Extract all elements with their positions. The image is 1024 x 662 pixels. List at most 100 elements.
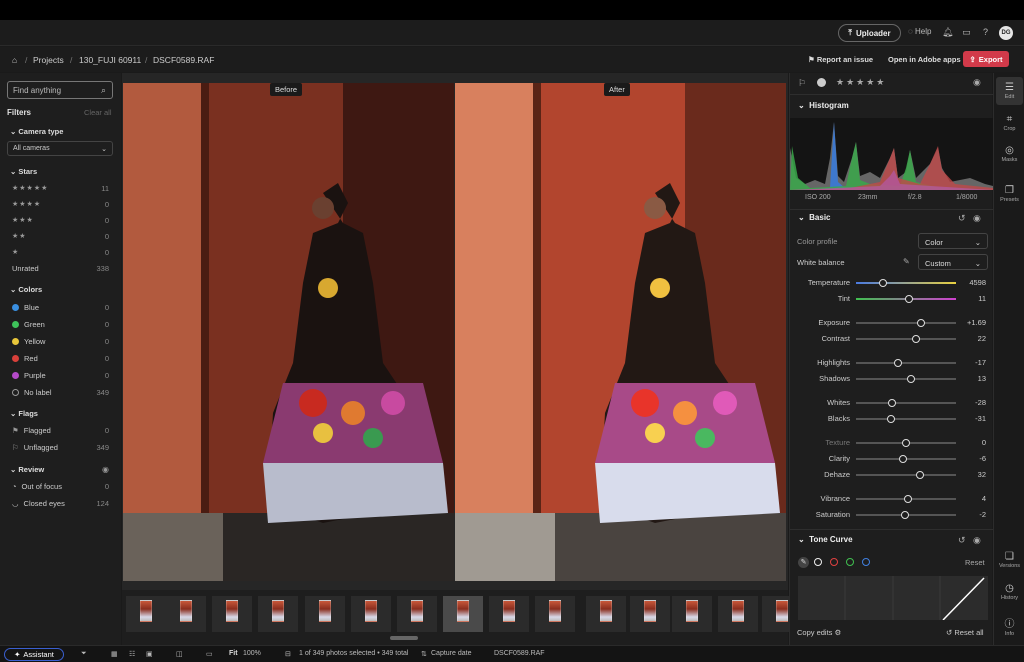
tab-crop[interactable]: ⌗ Crop: [994, 114, 1024, 132]
slider-handle[interactable]: [904, 494, 912, 503]
help-button[interactable]: ◌ Help: [908, 27, 931, 36]
parametric-curve-icon[interactable]: ✎: [798, 557, 809, 568]
report-issue-button[interactable]: ⚑ Report an issue: [808, 55, 873, 64]
star-filter-row[interactable]: ★★★★ 0: [12, 200, 109, 209]
camera-type-section[interactable]: ⌄ Camera type: [10, 127, 63, 136]
open-adobe-button[interactable]: Open in Adobe apps: [888, 55, 961, 64]
filmstrip-thumbnail[interactable]: [397, 596, 437, 632]
filmstrip-thumbnail[interactable]: [489, 596, 529, 632]
slider-track[interactable]: [856, 294, 956, 303]
tab-versions[interactable]: ❏ Versions: [994, 551, 1024, 569]
after-photo[interactable]: [455, 83, 786, 581]
zoom-level[interactable]: 100%: [243, 650, 261, 657]
color-filter-row[interactable]: Purple 0: [12, 371, 109, 380]
reset-icon[interactable]: ↺: [958, 535, 966, 546]
slider-track[interactable]: [856, 470, 956, 479]
screen-icon[interactable]: ▭: [206, 650, 213, 658]
slider-handle[interactable]: [916, 470, 924, 479]
color-filter-row[interactable]: No label 349: [12, 388, 109, 397]
slider-handle[interactable]: [907, 374, 915, 383]
filmstrip-scrollbar[interactable]: [390, 636, 418, 640]
color-filter-row[interactable]: Red 0: [12, 354, 109, 363]
tab-edit[interactable]: ☰ Edit: [994, 82, 1024, 100]
star-filter-row[interactable]: Unrated 338: [12, 264, 109, 273]
star-filter-row[interactable]: ★★★★★ 11: [12, 184, 109, 193]
compare-view-icon[interactable]: ▣: [146, 650, 153, 658]
grid-view-icon[interactable]: ▦: [111, 650, 118, 658]
tab-info[interactable]: ⓘ Info: [994, 615, 1024, 637]
question-icon[interactable]: ?: [980, 27, 991, 38]
reset-icon[interactable]: ↺: [958, 213, 966, 224]
slider-value[interactable]: -6: [956, 454, 986, 463]
slider-value[interactable]: 4: [956, 494, 986, 503]
slider-handle[interactable]: [894, 358, 902, 367]
search-input[interactable]: Find anything: [7, 81, 113, 99]
filmstrip-thumbnail[interactable]: [166, 596, 206, 632]
clear-all-button[interactable]: Clear all: [84, 108, 112, 117]
review-section[interactable]: ⌄ Review: [10, 465, 44, 474]
sort-dropdown[interactable]: Capture date: [431, 650, 471, 657]
review-filter-row[interactable]: ◡ Closed eyes 124: [12, 499, 109, 508]
filmstrip-thumbnail[interactable]: [305, 596, 345, 632]
slider-track[interactable]: [856, 374, 956, 383]
color-filter-row[interactable]: Blue 0: [12, 303, 109, 312]
reset-all-button[interactable]: ↺ Reset all: [946, 628, 984, 637]
camera-dropdown[interactable]: All cameras ⌄: [7, 141, 113, 156]
slider-track[interactable]: [856, 438, 956, 447]
colors-section[interactable]: ⌄ Colors: [10, 285, 42, 294]
slider-value[interactable]: 4598: [956, 278, 986, 287]
avatar[interactable]: DG: [999, 26, 1013, 40]
curve-red-channel[interactable]: [830, 558, 838, 566]
tone-curve-graph[interactable]: [798, 576, 988, 620]
bell-icon[interactable]: 🔔︎: [942, 27, 953, 38]
color-filter-row[interactable]: Green 0: [12, 320, 109, 329]
flags-section[interactable]: ⌄ Flags: [10, 409, 38, 418]
slider-handle[interactable]: [899, 454, 907, 463]
slider-value[interactable]: 32: [956, 470, 986, 479]
slider-track[interactable]: [856, 494, 956, 503]
star-filter-row[interactable]: ★★★ 0: [12, 216, 109, 225]
breadcrumb-projects[interactable]: Projects: [33, 55, 64, 65]
slider-handle[interactable]: [917, 318, 925, 327]
eyedropper-icon[interactable]: ✎: [903, 257, 910, 266]
slider-value[interactable]: -2: [956, 510, 986, 519]
slider-track[interactable]: [856, 510, 956, 519]
flag-reject-icon[interactable]: ⚐: [798, 78, 806, 89]
filmstrip-thumbnail[interactable]: [351, 596, 391, 632]
filmstrip-thumbnail[interactable]: [212, 596, 252, 632]
curve-white-channel[interactable]: [814, 558, 822, 566]
filmstrip-thumbnail[interactable]: [258, 596, 298, 632]
tone-curve-header[interactable]: ⌄ Tone Curve: [798, 535, 853, 544]
list-view-icon[interactable]: ☷: [129, 650, 135, 658]
uploader-button[interactable]: ⤒ Uploader: [838, 24, 901, 42]
slider-handle[interactable]: [887, 414, 895, 423]
slider-handle[interactable]: [901, 510, 909, 519]
filmstrip-thumbnail[interactable]: [443, 596, 483, 632]
flag-filter-row[interactable]: ⚑ Flagged 0: [12, 426, 109, 435]
slider-track[interactable]: [856, 334, 956, 343]
slider-value[interactable]: -28: [956, 398, 986, 407]
fit-button[interactable]: Fit: [229, 650, 238, 657]
slider-value[interactable]: 11: [956, 294, 986, 303]
slider-value[interactable]: -17: [956, 358, 986, 367]
slider-value[interactable]: 22: [956, 334, 986, 343]
tab-history[interactable]: ◷ History: [994, 583, 1024, 601]
slider-handle[interactable]: [888, 398, 896, 407]
color-filter-row[interactable]: Yellow 0: [12, 337, 109, 346]
panel-toggle-icon[interactable]: ◫: [176, 650, 183, 658]
filmstrip-thumbnail[interactable]: [586, 596, 626, 632]
curve-green-channel[interactable]: [846, 558, 854, 566]
basic-header[interactable]: ⌄ Basic: [798, 213, 831, 222]
filmstrip-thumbnail[interactable]: [630, 596, 670, 632]
slider-value[interactable]: -31: [956, 414, 986, 423]
white-balance-dropdown[interactable]: Custom ⌄: [918, 254, 988, 270]
filmstrip-thumbnail[interactable]: [672, 596, 712, 632]
curve-reset-button[interactable]: Reset: [965, 558, 985, 567]
review-filter-row[interactable]: ◔ Out of focus 0: [12, 482, 109, 491]
flag-filter-row[interactable]: ⚐ Unflagged 349: [12, 443, 109, 452]
filmstrip-thumbnail[interactable]: [126, 596, 166, 632]
filter-icon[interactable]: ⏷: [81, 650, 87, 658]
deselect-icon[interactable]: ⊟: [285, 650, 291, 658]
filmstrip-thumbnail[interactable]: [535, 596, 575, 632]
star-filter-row[interactable]: ★★ 0: [12, 232, 109, 241]
